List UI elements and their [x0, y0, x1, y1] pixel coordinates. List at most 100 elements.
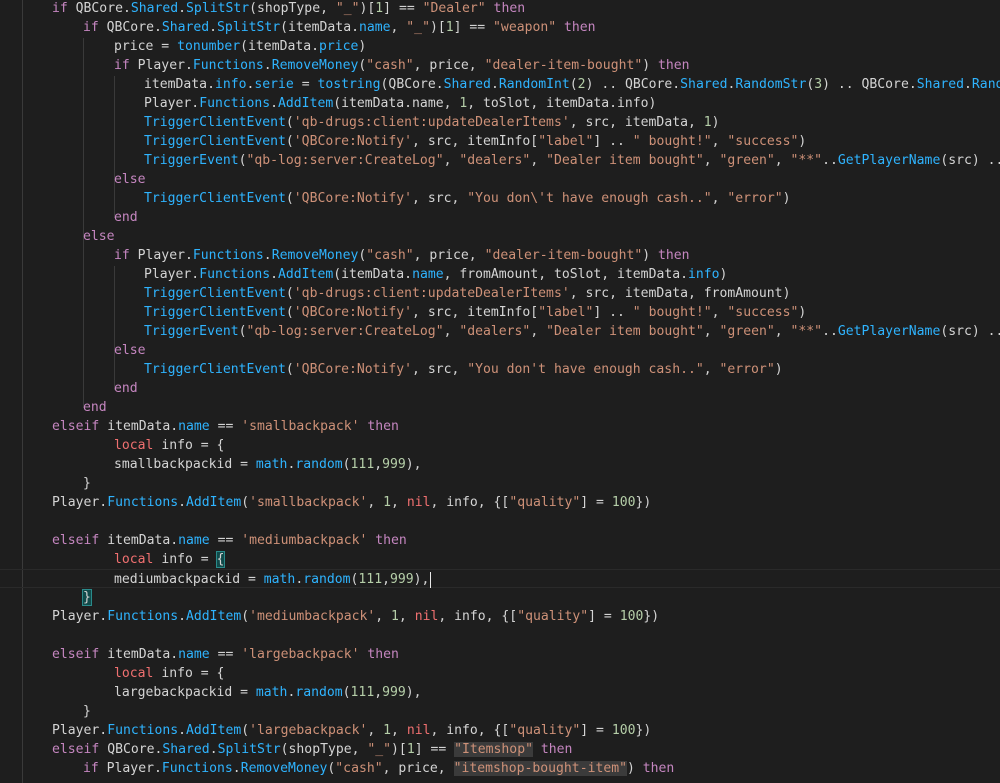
code-token: "green" [719, 153, 775, 168]
code-token: ] .. [593, 305, 633, 320]
code-token: . [263, 58, 272, 73]
code-token: ) [642, 248, 659, 263]
code-line[interactable]: elseif itemData.name == 'largebackpack' … [0, 645, 399, 664]
code-token: 'largebackpack' [249, 723, 368, 738]
code-line[interactable]: TriggerClientEvent('qb-drugs:client:upda… [0, 113, 720, 132]
code-line[interactable]: TriggerEvent("qb-log:server:CreateLog", … [0, 322, 1000, 341]
code-editor[interactable]: if QBCore.Shared.SplitStr(shopType, "_")… [0, 0, 1000, 783]
code-line[interactable]: } [0, 474, 91, 493]
code-line[interactable]: Player.Functions.AddItem(itemData.name, … [0, 265, 727, 284]
code-token: then [658, 248, 690, 263]
code-line[interactable]: Player.Functions.AddItem('mediumbackpack… [0, 607, 659, 626]
code-line[interactable]: if Player.Functions.RemoveMoney("cash", … [0, 56, 690, 75]
code-line[interactable]: else [0, 341, 146, 360]
code-line[interactable]: if Player.Functions.RemoveMoney("cash", … [0, 246, 690, 265]
code-token: Functions [192, 248, 264, 263]
code-token: 100 [611, 495, 636, 510]
code-token: }) [635, 495, 652, 510]
code-token: AddItem [278, 96, 334, 111]
code-token: "_" [367, 742, 392, 757]
code-line[interactable]: TriggerClientEvent('QBCore:Notify', src,… [0, 132, 806, 151]
code-line[interactable] [0, 512, 52, 531]
code-token: "label" [538, 305, 594, 320]
code-token: . [209, 742, 218, 757]
code-line[interactable]: smallbackpackid = math.random(111,999), [0, 455, 422, 474]
code-line[interactable]: largebackpackid = math.random(111,999), [0, 683, 422, 702]
code-token: 1 [383, 723, 392, 738]
code-token: name [178, 647, 210, 662]
code-token: 'qb-drugs:client:updateDealerItems' [293, 115, 570, 130]
code-line[interactable]: else [0, 227, 115, 246]
code-token: ] == [453, 20, 494, 35]
code-line[interactable]: else [0, 170, 146, 189]
code-line[interactable]: TriggerClientEvent('QBCore:Notify', src,… [0, 360, 783, 379]
code-line[interactable]: TriggerClientEvent('QBCore:Notify', src,… [0, 303, 806, 322]
code-line[interactable]: end [0, 208, 138, 227]
code-line[interactable]: TriggerEvent("qb-log:server:CreateLog", … [0, 151, 1000, 170]
code-token: , [774, 153, 791, 168]
code-token: tonumber [177, 39, 241, 54]
code-token: (itemData. [333, 267, 413, 282]
code-line[interactable]: } [0, 702, 91, 721]
code-token: "Dealer item bought" [546, 324, 704, 339]
code-token: then [485, 1, 526, 16]
code-token: , price, [413, 248, 485, 263]
code-token: ] = [580, 723, 612, 738]
code-token: . [964, 77, 972, 92]
code-token: , [530, 324, 547, 339]
code-line[interactable]: elseif itemData.name == 'mediumbackpack'… [0, 531, 407, 550]
code-token: AddItem [186, 609, 242, 624]
code-token: name [358, 20, 391, 35]
code-line[interactable]: end [0, 379, 138, 398]
code-line[interactable]: local info = { [0, 436, 224, 455]
code-line[interactable]: elseif QBCore.Shared.SplitStr(shopType, … [0, 740, 572, 759]
code-token: if [114, 248, 138, 263]
code-line[interactable]: if Player.Functions.RemoveMoney("cash", … [0, 759, 674, 778]
code-token: Player. [144, 96, 200, 111]
code-token: Functions [199, 267, 271, 282]
code-token: "Itemshop" [454, 742, 533, 757]
code-token: ) [798, 134, 807, 149]
code-line[interactable]: TriggerClientEvent('qb-drugs:client:upda… [0, 284, 790, 303]
code-line[interactable]: TriggerClientEvent('QBCore:Notify', src,… [0, 189, 790, 208]
code-token: nil [414, 609, 439, 624]
code-line[interactable]: if QBCore.Shared.SplitStr(itemData.name,… [0, 18, 596, 37]
code-line[interactable]: local info = { [0, 664, 224, 683]
code-line[interactable]: } [0, 588, 92, 607]
code-token: Shared [162, 742, 210, 757]
code-line[interactable] [0, 626, 52, 645]
code-token: TriggerClientEvent [144, 362, 286, 377]
code-token: then [642, 761, 675, 776]
code-line[interactable]: Player.Functions.AddItem(itemData.name, … [0, 94, 656, 113]
code-token: itemData. [107, 533, 179, 548]
code-token: 100 [619, 609, 644, 624]
code-token: == [209, 419, 242, 434]
code-token: math [263, 572, 296, 587]
code-token: RemoveMoney [240, 761, 328, 776]
code-token: , price, [413, 58, 485, 73]
code-token: , [367, 723, 384, 738]
code-line[interactable]: Player.Functions.AddItem('largebackpack'… [0, 721, 651, 740]
code-line[interactable]: end [0, 398, 107, 417]
code-line[interactable]: price = tonumber(itemData.price) [0, 37, 366, 56]
code-token: local [114, 552, 162, 567]
code-line[interactable]: Player.Functions.AddItem('smallbackpack'… [0, 493, 651, 512]
code-token: 'QBCore:Notify' [293, 134, 413, 149]
code-token: } [82, 589, 92, 606]
code-token: (QBCore. [380, 77, 444, 92]
code-line[interactable]: local info = { [0, 550, 226, 569]
code-token: . [178, 1, 187, 16]
code-token: TriggerClientEvent [144, 191, 286, 206]
code-token: TriggerClientEvent [144, 115, 286, 130]
code-line[interactable]: elseif itemData.name == 'smallbackpack' … [0, 417, 399, 436]
code-token: "dealers" [459, 324, 531, 339]
code-token: "dealer-item-bought" [484, 58, 643, 73]
code-token: "Dealer item bought" [546, 153, 704, 168]
code-token: ) [782, 191, 791, 206]
code-line[interactable]: mediumbackpackid = math.random(111,999), [0, 569, 1000, 588]
code-line[interactable]: itemData.info.serie = tostring(QBCore.Sh… [0, 75, 1000, 94]
code-token: . [178, 609, 187, 624]
code-token: info = { [161, 438, 225, 453]
code-token: ) [642, 58, 659, 73]
code-line[interactable]: if QBCore.Shared.SplitStr(shopType, "_")… [0, 0, 525, 18]
